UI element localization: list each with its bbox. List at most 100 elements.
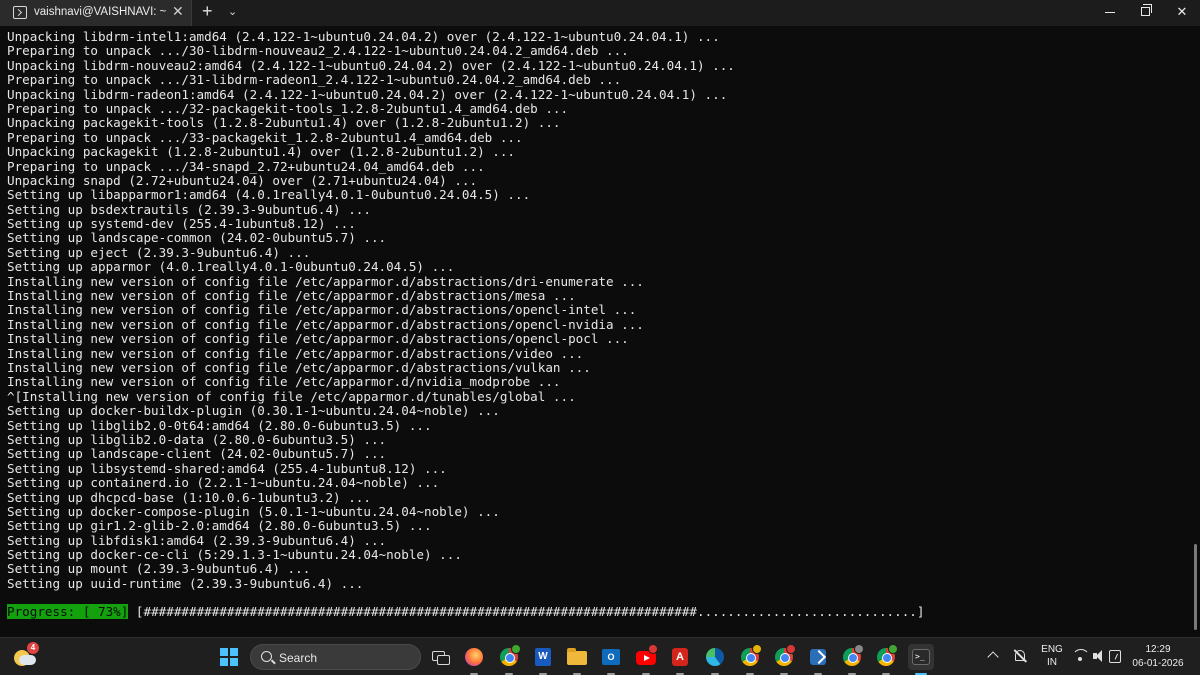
terminal-icon	[13, 6, 27, 19]
scrollbar-thumb[interactable]	[1194, 544, 1197, 630]
notification-badge: 4	[27, 642, 39, 654]
youtube-app[interactable]	[633, 644, 659, 675]
wifi-icon[interactable]	[1072, 649, 1090, 663]
minimize-icon	[1105, 12, 1115, 13]
language-code: ENG	[1041, 644, 1063, 655]
terminal-line: Installing new version of config file /e…	[7, 331, 629, 347]
terminal-line: Setting up systemd-dev (255.4-1ubuntu8.1…	[7, 216, 356, 232]
tab-title: vaishnavi@VAISHNAVI: ~	[34, 6, 167, 18]
terminal-line: Setting up dhcpcd-base (1:10.0.6-1ubuntu…	[7, 489, 371, 505]
notifications-off-icon[interactable]	[1013, 649, 1028, 663]
terminal-tab[interactable]: vaishnavi@VAISHNAVI: ~ ✕	[0, 0, 192, 26]
terminal-line: Setting up docker-buildx-plugin (0.30.1-…	[7, 403, 500, 419]
edge-icon	[706, 648, 724, 666]
chrome-profile-4[interactable]	[839, 644, 865, 675]
weather-widget[interactable]: 4	[14, 642, 39, 668]
firefox-app[interactable]	[461, 644, 487, 675]
progress-bar: [#######################################…	[128, 604, 925, 619]
close-tab-icon[interactable]: ✕	[172, 3, 184, 20]
search-placeholder: Search	[279, 651, 318, 665]
outlook-icon: O	[602, 649, 620, 665]
terminal-line: Unpacking libdrm-nouveau2:amd64 (2.4.122…	[7, 57, 735, 73]
volume-icon[interactable]	[1093, 650, 1105, 662]
terminal-line: Preparing to unpack .../34-snapd_2.72+ub…	[7, 158, 485, 174]
terminal-lines: Unpacking libdrm-intel1:amd64 (2.4.122-1…	[7, 29, 735, 591]
terminal-line: Setting up libapparmor1:amd64 (4.0.1real…	[7, 187, 531, 203]
profile-badge-icon	[786, 644, 796, 654]
progress-line: Progress: [ 73%] [######################…	[7, 604, 924, 619]
terminal-line: Installing new version of config file /e…	[7, 288, 576, 304]
terminal-line: Unpacking libdrm-radeon1:amd64 (2.4.122-…	[7, 86, 728, 102]
terminal-line: Installing new version of config file /e…	[7, 374, 561, 390]
file-explorer-app[interactable]	[564, 644, 590, 675]
progress-label: Progress: [ 73%]	[7, 604, 129, 619]
profile-badge-icon	[854, 644, 864, 654]
close-window-button[interactable]: ✕	[1162, 0, 1200, 26]
terminal-line: Unpacking packagekit (1.2.8-2ubuntu1.4) …	[7, 144, 515, 160]
terminal-line: Setting up uuid-runtime (2.39.3-9ubuntu6…	[7, 575, 364, 591]
terminal-line: Setting up mount (2.39.3-9ubuntu6.4) ...	[7, 561, 311, 577]
outlook-app[interactable]: O	[598, 644, 624, 675]
chrome-profile-3[interactable]	[771, 644, 797, 675]
windows-logo-tile	[230, 648, 238, 656]
terminal-line: Setting up docker-ce-cli (5:29.1.3-1~ubu…	[7, 547, 462, 563]
chevron-up-icon[interactable]	[987, 651, 999, 663]
windows-logo-tile	[220, 658, 228, 666]
terminal-line: Setting up bsdextrautils (2.39.3-9ubuntu…	[7, 201, 371, 217]
chrome-profile-1[interactable]	[496, 644, 522, 675]
profile-badge-icon	[511, 644, 521, 654]
taskbar-search-box[interactable]: Search	[250, 644, 421, 670]
profile-badge-icon	[888, 644, 898, 654]
word-app[interactable]: W	[530, 644, 556, 675]
terminal-line: ^[Installing new version of config file …	[7, 388, 576, 404]
terminal-line: Setting up libglib2.0-0t64:amd64 (2.80.0…	[7, 417, 432, 433]
terminal-line: Setting up landscape-client (24.02-0ubun…	[7, 446, 387, 462]
terminal-output[interactable]: Unpacking libdrm-intel1:amd64 (2.4.122-1…	[0, 26, 1200, 637]
restore-icon	[1141, 4, 1152, 16]
terminal-app[interactable]	[908, 644, 934, 675]
cloud-icon	[19, 655, 36, 665]
start-button[interactable]	[220, 648, 238, 666]
taskbar: 4 Search W O A ENG IN 12:29 06-01-2026	[0, 637, 1200, 675]
terminal-line: Setting up eject (2.39.3-9ubuntu6.4) ...	[7, 244, 311, 260]
terminal-line: Setting up docker-compose-plugin (5.0.1-…	[7, 503, 500, 519]
terminal-line: Installing new version of config file /e…	[7, 316, 644, 332]
search-icon	[261, 651, 272, 662]
language-indicator[interactable]: ENG IN	[1040, 643, 1064, 669]
terminal-line: Setting up gir1.2-glib-2.0:amd64 (2.80.0…	[7, 518, 432, 534]
acrobat-app[interactable]: A	[667, 644, 693, 675]
terminal-line: Installing new version of config file /e…	[7, 273, 644, 289]
terminal-line: Setting up landscape-common (24.02-0ubun…	[7, 230, 387, 246]
terminal-line: Preparing to unpack .../31-libdrm-radeon…	[7, 72, 622, 88]
vscode-icon	[810, 649, 826, 665]
edge-app[interactable]	[702, 644, 728, 675]
acrobat-icon: A	[672, 648, 688, 666]
terminal-line: Setting up libglib2.0-data (2.80.0-6ubun…	[7, 431, 387, 447]
terminal-icon	[912, 649, 930, 665]
new-tab-button[interactable]: +	[202, 1, 213, 22]
battery-charging-icon[interactable]	[1109, 650, 1121, 663]
firefox-icon	[465, 648, 483, 666]
terminal-line: Preparing to unpack .../33-packagekit_1.…	[7, 129, 523, 145]
folder-icon	[567, 648, 587, 665]
chrome-profile-2[interactable]	[737, 644, 763, 675]
minimize-button[interactable]	[1090, 0, 1130, 26]
vscode-app[interactable]	[805, 644, 831, 675]
clock-time: 12:29	[1145, 644, 1171, 655]
task-view-icon-front	[437, 655, 450, 665]
tab-dropdown-icon[interactable]: ⌄	[228, 5, 237, 18]
task-view-button[interactable]	[428, 644, 454, 670]
maximize-button[interactable]	[1126, 0, 1166, 26]
windows-logo-tile	[220, 648, 228, 656]
clock[interactable]: 12:29 06-01-2026	[1132, 643, 1184, 671]
chrome-profile-5[interactable]	[873, 644, 899, 675]
terminal-line: Preparing to unpack .../32-packagekit-to…	[7, 100, 569, 116]
terminal-line: Unpacking snapd (2.72+ubuntu24.04) over …	[7, 172, 478, 188]
terminal-line: Installing new version of config file /e…	[7, 359, 591, 375]
clock-date: 06-01-2026	[1132, 658, 1184, 669]
terminal-line: Installing new version of config file /e…	[7, 345, 584, 361]
title-bar: vaishnavi@VAISHNAVI: ~ ✕ + ⌄ ✕	[0, 0, 1200, 26]
word-icon: W	[535, 648, 551, 666]
terminal-line: Setting up containerd.io (2.2.1-1~ubuntu…	[7, 475, 440, 491]
terminal-line: Setting up libsystemd-shared:amd64 (255.…	[7, 460, 447, 476]
